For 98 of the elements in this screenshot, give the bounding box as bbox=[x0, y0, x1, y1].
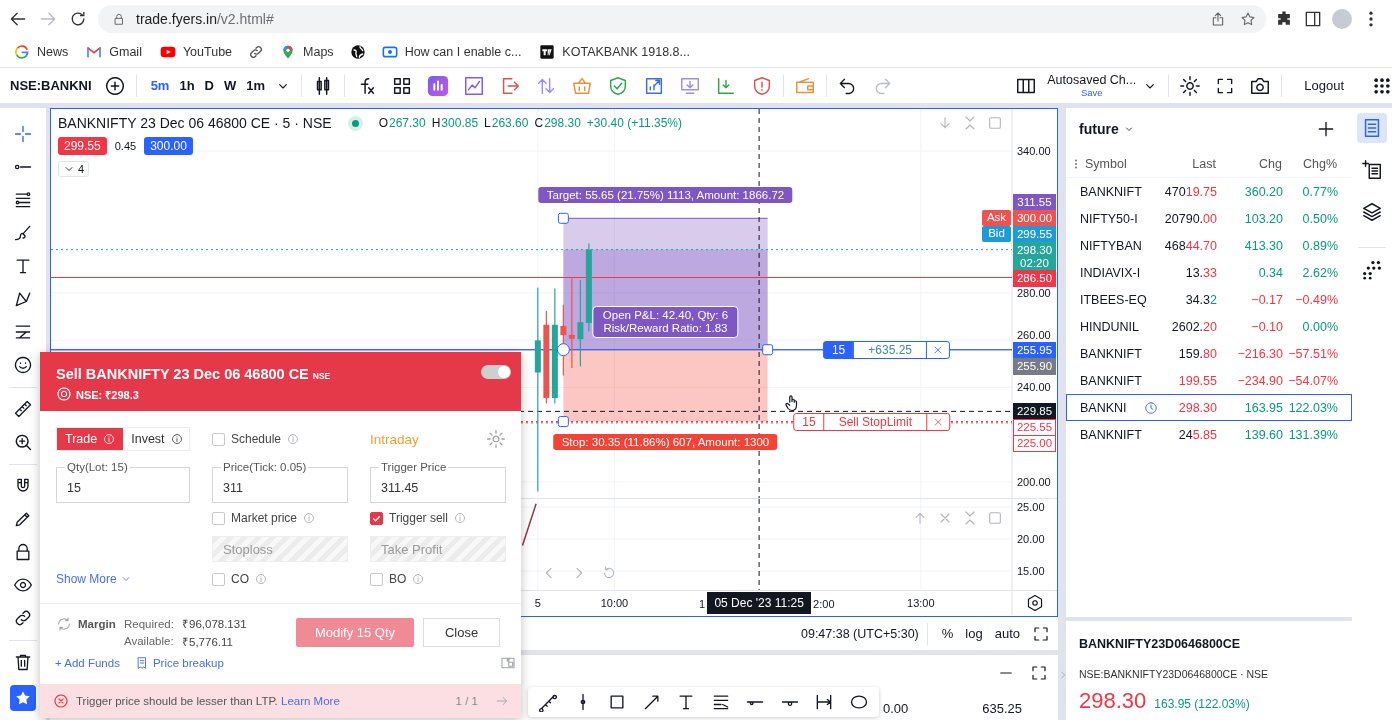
symbol-text: NIFTY50-I bbox=[1080, 211, 1138, 226]
margin-label: Margin bbox=[78, 617, 117, 630]
change-percent: 2.62% bbox=[1302, 265, 1338, 280]
price-scale-label: 25.00 bbox=[1017, 501, 1045, 513]
zone-label: Stop: 30.35 (11.86%) 607, Amount: 1300 bbox=[553, 433, 778, 450]
symbol-text: HINDUNIL bbox=[1080, 319, 1140, 334]
price-scale-label: 240.00 bbox=[1017, 381, 1051, 394]
price-change: 163.95 (122.03%) bbox=[1154, 697, 1250, 711]
change-value: 413.30 bbox=[1244, 238, 1283, 253]
pnl-label: Open P&L: 42.40, Qty: 6 Risk/Reward Ratio: 1.83 bbox=[592, 305, 739, 338]
checkbox-label: Market price bbox=[231, 511, 298, 525]
change-value: 103.20 bbox=[1244, 211, 1283, 226]
change-value: 360.20 bbox=[1244, 184, 1283, 199]
value-text: 0.00 bbox=[882, 701, 909, 716]
change-percent: 131.39% bbox=[1288, 427, 1338, 442]
symbol-text: BANKNIFT bbox=[1080, 427, 1142, 442]
symbol-text: BANKNIFT bbox=[1080, 184, 1142, 199]
price-scale-label: 20.00 bbox=[1017, 533, 1045, 546]
ohlc-value: C298.30 bbox=[534, 116, 581, 130]
price-axis-tag: 225.00 bbox=[1013, 435, 1056, 453]
change-value: −0.10 bbox=[1251, 319, 1283, 334]
symbol-text: BANKNIFT bbox=[1080, 346, 1142, 361]
price-scale-label: 200.00 bbox=[1017, 475, 1051, 488]
change-percent: −57.51% bbox=[1288, 346, 1338, 361]
quote-tag: Ask bbox=[982, 209, 1011, 226]
field-label: Qty(Lot: 15) bbox=[65, 461, 130, 473]
error-counter: 1 / 1 bbox=[455, 695, 478, 707]
margin-key: Available: bbox=[124, 635, 182, 647]
last-price: 298.30 bbox=[1178, 400, 1217, 415]
ohlc-value: L263.60 bbox=[484, 116, 529, 130]
order-qty: 15 bbox=[823, 341, 854, 358]
price-axis-tag: 298.30 02:20 bbox=[1013, 241, 1056, 272]
ohlc-value: H300.85 bbox=[431, 116, 479, 130]
value-text: 635.25 bbox=[982, 701, 1022, 716]
change-value: 139.60 bbox=[1244, 427, 1283, 442]
ltp-text: NSE: ₹298.3 bbox=[76, 387, 139, 402]
last-price: 199.55 bbox=[1178, 373, 1217, 388]
last-price: 34.32 bbox=[1185, 292, 1217, 307]
change-percent: 0.77% bbox=[1302, 184, 1338, 199]
url-text: trade.fyers.in/v2.html# bbox=[136, 10, 274, 27]
last-price: 159.80 bbox=[1178, 346, 1217, 361]
change-value: 163.95 bbox=[1244, 400, 1283, 415]
exchange-tag: NSE bbox=[312, 371, 331, 381]
spread-text: 0.45 bbox=[114, 140, 137, 152]
symbol-text: BANKNI bbox=[1080, 400, 1127, 415]
symbol-text: BANKNIFT bbox=[1080, 373, 1142, 388]
change-value: 0.34 bbox=[1258, 265, 1283, 280]
change-percent: 0.50% bbox=[1302, 211, 1338, 226]
symbol-text: INDIAVIX-I bbox=[1080, 265, 1141, 280]
time-scale-label: 10:00 bbox=[600, 597, 629, 609]
symbol-text: NIFTYBAN bbox=[1080, 238, 1142, 253]
error-message: Trigger price should be lesser than LTP. Learn More bbox=[76, 695, 340, 707]
price-scale-label: 260.00 bbox=[1017, 329, 1051, 342]
order-text: +635.25 bbox=[853, 341, 927, 358]
last-price: 47019.75 bbox=[1164, 184, 1217, 199]
change-percent: 0.89% bbox=[1302, 238, 1338, 253]
last-price: 46844.70 bbox=[1164, 238, 1217, 253]
change-value: −0.17 bbox=[1251, 292, 1283, 307]
change-value: −234.90 bbox=[1237, 373, 1283, 388]
checkbox-label: Schedule bbox=[231, 432, 282, 446]
symbol-text: ITBEES-EQ bbox=[1080, 292, 1147, 307]
margin-key: Required: bbox=[124, 617, 182, 630]
price-scale-label: 15.00 bbox=[1017, 565, 1045, 578]
price-axis-tag: 255.95 bbox=[1013, 341, 1056, 359]
time-scale-label: 2:00 bbox=[813, 598, 835, 611]
margin-value: ₹96,078.131 bbox=[182, 617, 248, 631]
last-price: 20790.00 bbox=[1164, 211, 1217, 226]
checkbox-label: CO bbox=[231, 572, 249, 586]
change-percent: 122.03% bbox=[1288, 400, 1338, 415]
change-percent: 0.00% bbox=[1302, 319, 1338, 334]
last-price: 13.33 bbox=[1185, 265, 1217, 280]
time-scale-label: 13:00 bbox=[907, 597, 935, 609]
field-label: Price(Tick: 0.05) bbox=[221, 461, 309, 473]
margin-value: ₹5,776.11 bbox=[182, 634, 234, 649]
chart-title: BANKNIFTY 23 Dec 06 46800 CE · 5 · NSE bbox=[58, 115, 332, 131]
price-axis-tag: 311.55 bbox=[1013, 193, 1056, 211]
exchange-text: NSE:BANKNIFTY23D0646800CE · NSE bbox=[1079, 668, 1270, 680]
crosshair-time-label: 05 Dec '23 11:25 bbox=[707, 592, 812, 614]
symbol-name: BANKNIFTY23D0646800CE bbox=[1079, 637, 1242, 651]
order-qty: 15 bbox=[801, 413, 817, 430]
time-scale-label: 1 bbox=[699, 598, 706, 611]
zone-label: Target: 55.65 (21.75%) 1113, Amount: 1866.72 bbox=[538, 187, 793, 204]
checkbox-label: Trigger sell bbox=[389, 511, 448, 525]
ohlc-value: O267.30 bbox=[378, 116, 426, 130]
change-percent: −0.49% bbox=[1295, 292, 1338, 307]
order-title: Sell BANKNIFTY 23 Dec 06 46800 CE bbox=[56, 366, 309, 382]
checkbox-label: BO bbox=[389, 572, 407, 586]
last-price: 298.30 bbox=[1079, 689, 1147, 713]
price-scale-label: 340.00 bbox=[1017, 145, 1051, 158]
last-price: 2602.20 bbox=[1171, 319, 1217, 334]
change-value: −216.30 bbox=[1237, 346, 1283, 361]
change-percent: −54.07% bbox=[1288, 373, 1338, 388]
price-change: +30.40 (+11.35%) bbox=[586, 116, 682, 130]
order-text: Sell StopLimit bbox=[823, 413, 927, 430]
field-label: Trigger Price bbox=[379, 461, 449, 473]
last-price: 245.85 bbox=[1178, 427, 1217, 442]
time-scale-label: 5 bbox=[534, 597, 541, 609]
price-scale-label: 280.00 bbox=[1017, 286, 1051, 299]
